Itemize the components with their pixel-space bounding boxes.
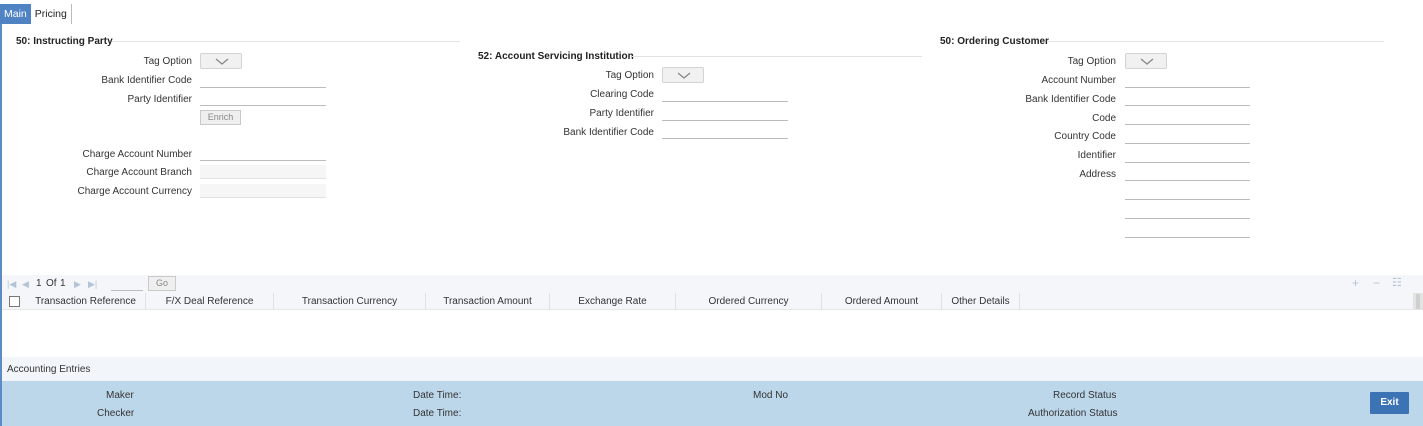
ip-bic-label: Bank Identifier Code — [101, 75, 192, 86]
charge-account-branch-field — [200, 165, 326, 179]
asi-tag-option-label: Tag Option — [605, 70, 654, 81]
chevron-down-icon — [215, 58, 229, 65]
asi-party-identifier-field[interactable] — [662, 107, 788, 121]
oc-address-line-4[interactable] — [1125, 224, 1250, 238]
tab-bar: Main Pricing — [0, 4, 72, 24]
clearing-code-label: Clearing Code — [590, 89, 654, 100]
chevron-down-icon — [677, 72, 691, 79]
minus-icon[interactable]: − — [1373, 277, 1380, 289]
charge-account-branch-label: Charge Account Branch — [86, 167, 192, 178]
charge-account-number-field[interactable] — [200, 147, 326, 161]
charge-account-number-label: Charge Account Number — [82, 149, 192, 160]
tab-main[interactable]: Main — [0, 4, 31, 24]
checker-date-time-label: Date Time: — [413, 408, 462, 419]
page-current: 1 — [36, 278, 42, 289]
ip-tag-option-label: Tag Option — [143, 56, 192, 67]
accounting-entries-link[interactable]: Accounting Entries — [7, 364, 90, 375]
grid-scrollbar[interactable] — [1413, 293, 1423, 310]
tab-pricing[interactable]: Pricing — [31, 4, 72, 24]
oc-country-code-label: Country Code — [1054, 131, 1116, 142]
grid-header: Transaction Reference F/X Deal Reference… — [2, 293, 1423, 310]
page-number-input[interactable] — [111, 277, 143, 291]
mod-no-label: Mod No — [753, 390, 789, 401]
oc-account-number-label: Account Number — [1041, 75, 1116, 86]
clearing-code-field[interactable] — [662, 88, 788, 102]
grid-body — [2, 310, 1423, 356]
col-fx-deal-reference[interactable]: F/X Deal Reference — [146, 293, 274, 310]
maker-date-time-label: Date Time: — [413, 390, 462, 401]
oc-address-label: Address — [1079, 169, 1116, 180]
exit-button[interactable]: Exit — [1370, 392, 1409, 414]
go-button[interactable]: Go — [148, 276, 176, 291]
authorization-status-label: Authorization Status — [1028, 408, 1118, 419]
page-of: Of — [46, 278, 57, 289]
ip-bic-field[interactable] — [200, 74, 326, 88]
charge-account-currency-field — [200, 184, 326, 198]
col-ordered-currency[interactable]: Ordered Currency — [676, 293, 822, 310]
chevron-down-icon — [1140, 58, 1154, 65]
oc-bic-field[interactable] — [1125, 92, 1250, 106]
oc-bic-label: Bank Identifier Code — [1025, 94, 1116, 105]
select-all-checkbox[interactable] — [9, 296, 20, 307]
section-divider — [632, 56, 922, 57]
enrich-button[interactable]: Enrich — [200, 110, 241, 125]
last-page-icon[interactable]: ▶| — [88, 279, 97, 289]
oc-identifier-label: Identifier — [1077, 150, 1116, 161]
accounting-entries-bar: Accounting Entries — [2, 357, 1423, 381]
oc-account-number-field[interactable] — [1125, 74, 1250, 88]
oc-code-label: Code — [1092, 113, 1116, 124]
oc-tag-option-select[interactable] — [1125, 53, 1167, 69]
checker-label: Checker — [97, 408, 135, 419]
first-page-icon[interactable]: |◀ — [7, 279, 16, 289]
asi-bic-field[interactable] — [662, 125, 788, 139]
page-total: 1 — [60, 278, 66, 289]
list-icon[interactable]: ☷ — [1392, 278, 1402, 289]
oc-identifier-field[interactable] — [1125, 149, 1250, 163]
audit-footer — [2, 381, 1423, 426]
col-exchange-rate[interactable]: Exchange Rate — [550, 293, 676, 310]
account-servicing-title: 52: Account Servicing Institution — [478, 51, 634, 62]
col-transaction-currency[interactable]: Transaction Currency — [274, 293, 426, 310]
oc-address-line-3[interactable] — [1125, 205, 1250, 219]
col-transaction-reference[interactable]: Transaction Reference — [26, 293, 146, 310]
oc-tag-option-label: Tag Option — [1067, 56, 1116, 67]
next-page-icon[interactable]: ▶ — [74, 279, 81, 289]
ordering-customer-title: 50: Ordering Customer — [940, 36, 1049, 47]
col-other-details[interactable]: Other Details — [942, 293, 1020, 310]
asi-party-identifier-label: Party Identifier — [589, 108, 654, 119]
plus-icon[interactable]: + — [1352, 277, 1359, 289]
record-status-label: Record Status — [1053, 390, 1117, 401]
asi-bic-label: Bank Identifier Code — [563, 127, 654, 138]
oc-address-line-1[interactable] — [1125, 167, 1250, 181]
col-transaction-amount[interactable]: Transaction Amount — [426, 293, 550, 310]
maker-label: Maker — [106, 390, 134, 401]
section-divider — [112, 41, 460, 42]
section-divider — [1048, 41, 1384, 42]
grid-toolbar: |◀ ◀ 1 Of 1 ▶ ▶| Go + − ☷ — [2, 275, 1423, 293]
col-ordered-amount[interactable]: Ordered Amount — [822, 293, 942, 310]
instructing-party-title: 50: Instructing Party — [16, 36, 113, 47]
ip-tag-option-select[interactable] — [200, 53, 242, 69]
oc-country-code-field[interactable] — [1125, 130, 1250, 144]
ip-party-identifier-field[interactable] — [200, 92, 326, 106]
oc-address-line-2[interactable] — [1125, 186, 1250, 200]
asi-tag-option-select[interactable] — [662, 67, 704, 83]
prev-page-icon[interactable]: ◀ — [22, 279, 29, 289]
charge-account-currency-label: Charge Account Currency — [77, 186, 192, 197]
ip-party-identifier-label: Party Identifier — [127, 94, 192, 105]
oc-code-field[interactable] — [1125, 111, 1250, 125]
